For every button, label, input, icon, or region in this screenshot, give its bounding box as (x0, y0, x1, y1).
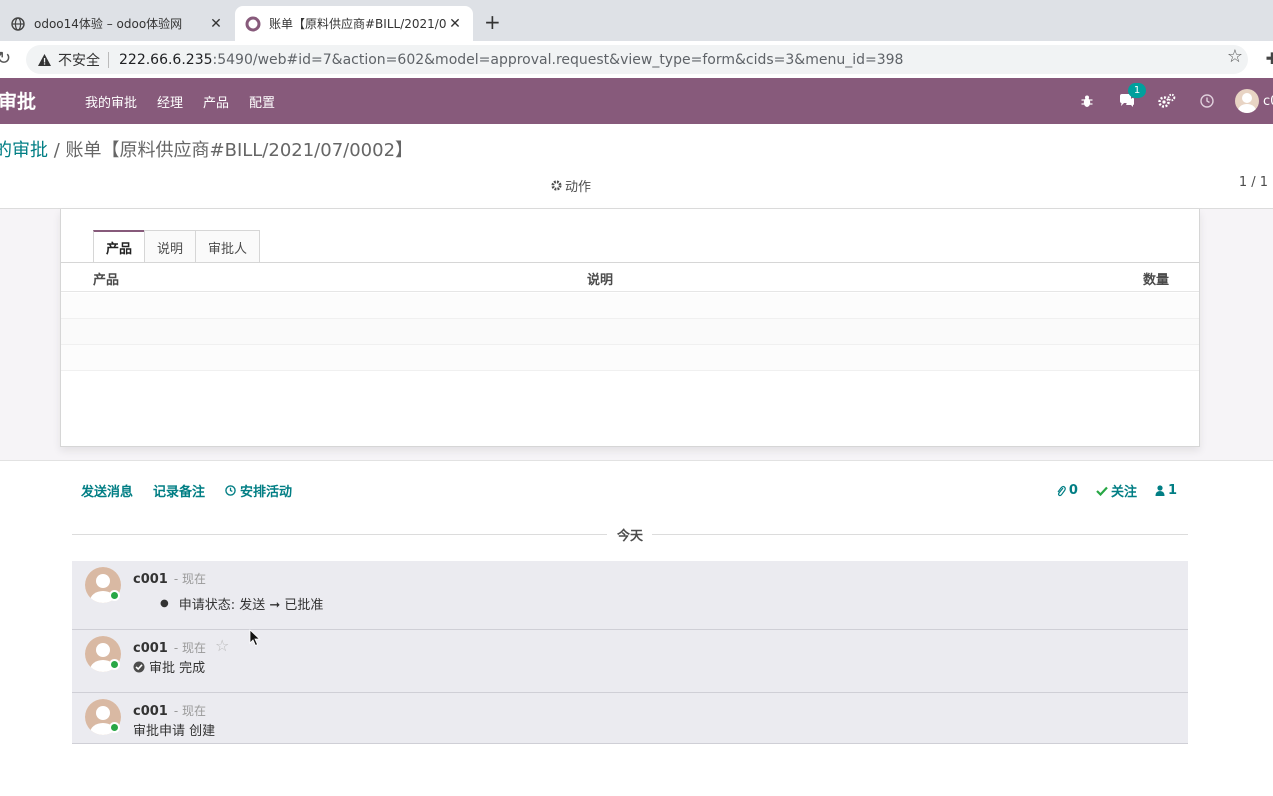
chatter-topbar: 发送消息 记录备注 安排活动 (81, 481, 292, 500)
chatter-message: c001- 现在 审批申请 创建 (72, 693, 1188, 744)
settings-gears-icon[interactable] (1155, 89, 1179, 113)
form-sheet: 产品 说明 审批人 产品 说明 数量 (60, 209, 1200, 447)
browser-tab-odoo14[interactable]: odoo14体验 – odoo体验网 ✕ (0, 6, 234, 41)
message-body: 审批申请 创建 (133, 724, 216, 739)
extensions-icon[interactable]: ✚ (1266, 49, 1273, 68)
url-path: :5490/web#id=7&action=602&model=approval… (212, 51, 904, 68)
top-navbar: 审批 我的审批 经理 产品 配置 1 c0 (0, 78, 1273, 124)
menu-products[interactable]: 产品 (203, 92, 229, 111)
online-status-icon (109, 722, 120, 733)
debug-bug-icon[interactable] (1075, 89, 1099, 113)
menu-configuration[interactable]: 配置 (249, 92, 275, 111)
online-status-icon (109, 590, 120, 601)
new-tab-button[interactable]: + (484, 12, 501, 32)
activity-clock-icon[interactable] (1195, 89, 1219, 113)
user-icon (1155, 485, 1165, 496)
message-author[interactable]: c001- 现在 (133, 702, 206, 719)
action-label: 动作 (565, 180, 592, 195)
browser-tab-title: 账单【原料供应商#BILL/2021/0 (269, 17, 447, 31)
schedule-activity-button[interactable]: 安排活动 (225, 481, 292, 500)
record-pager[interactable]: 1 / 1 (1239, 175, 1268, 190)
url-bar[interactable]: 不安全 222.66.6.235 :5490/web#id=7&action=6… (26, 45, 1248, 74)
tracking-value: ● 申请状态: 发送 ➞ 已批准 (160, 598, 324, 613)
attachments-count: 0 (1068, 483, 1078, 498)
insecure-label: 不安全 (58, 52, 100, 69)
followers-button[interactable]: 1 (1155, 481, 1177, 500)
check-circle-icon (133, 661, 145, 672)
mouse-cursor-icon (249, 629, 261, 647)
notebook-tabs: 产品 说明 审批人 (93, 230, 261, 263)
paperclip-icon (1057, 485, 1066, 496)
close-tab-icon[interactable]: ✕ (208, 16, 224, 32)
message-body: 审批 完成 (133, 657, 205, 676)
globe-icon (10, 16, 26, 32)
log-note-button[interactable]: 记录备注 (153, 481, 205, 500)
browser-tab-bill[interactable]: 账单【原料供应商#BILL/2021/0 ✕ (235, 6, 473, 41)
column-header-quantity[interactable]: 数量 (1143, 269, 1169, 288)
chatter-message: c001- 现在 ☆ 审批 完成 (72, 630, 1188, 693)
date-separator-label: 今天 (617, 529, 644, 544)
breadcrumb: 的审批 / 账单【原料供应商#BILL/2021/07/0002】 (0, 136, 413, 162)
main-menu: 我的审批 经理 产品 配置 (85, 92, 275, 111)
user-name[interactable]: c0 (1263, 94, 1273, 109)
breadcrumb-current: 账单【原料供应商#BILL/2021/07/0002】 (65, 140, 414, 161)
address-bar-row: ↻ 不安全 222.66.6.235 :5490/web#id=7&action… (0, 41, 1273, 78)
message-time: - 现在 (173, 641, 206, 655)
breadcrumb-separator: / (48, 140, 66, 161)
send-message-button[interactable]: 发送消息 (81, 481, 133, 500)
chatter-message: c001- 现在 ● 申请状态: 发送 ➞ 已批准 (72, 561, 1188, 630)
browser-tab-title: odoo14体验 – odoo体验网 (34, 17, 183, 31)
menu-my-approvals[interactable]: 我的审批 (85, 92, 137, 111)
schedule-activity-label: 安排活动 (240, 485, 293, 500)
menu-manager[interactable]: 经理 (157, 92, 183, 111)
messages-icon[interactable]: 1 (1115, 83, 1146, 113)
message-count-badge: 1 (1128, 83, 1146, 98)
gear-icon (551, 180, 562, 191)
follow-label: 关注 (1110, 485, 1137, 500)
clock-icon (225, 485, 236, 496)
table-row (61, 319, 1199, 345)
app-name[interactable]: 审批 (0, 87, 36, 114)
followers-count: 1 (1167, 483, 1177, 498)
table-row (61, 293, 1199, 319)
bullet-icon: ● (160, 598, 169, 609)
product-table-header: 产品 说明 数量 (61, 263, 1199, 292)
breadcrumb-parent[interactable]: 的审批 (0, 140, 48, 161)
online-status-icon (109, 659, 120, 670)
tab-description[interactable]: 说明 (144, 230, 197, 263)
message-time: - 现在 (173, 704, 206, 718)
bookmark-star-icon[interactable]: ☆ (1227, 46, 1243, 67)
action-menu-button[interactable]: 动作 (551, 176, 591, 195)
browser-tab-strip: odoo14体验 – odoo体验网 ✕ 账单【原料供应商#BILL/2021/… (0, 0, 1273, 41)
warning-icon[interactable] (36, 52, 52, 68)
star-icon[interactable]: ☆ (215, 636, 229, 655)
tab-products[interactable]: 产品 (93, 230, 146, 263)
message-author[interactable]: c001- 现在 (133, 639, 206, 656)
odoo-logo-icon (245, 16, 261, 32)
user-avatar[interactable] (1235, 89, 1259, 113)
close-tab-icon[interactable]: ✕ (447, 16, 463, 32)
column-header-description[interactable]: 说明 (587, 269, 613, 288)
message-time: - 现在 (173, 572, 206, 586)
tab-approvers[interactable]: 审批人 (195, 230, 261, 263)
date-separator: 今天 (72, 525, 1188, 544)
follow-button[interactable]: 关注 (1096, 481, 1137, 500)
table-row (61, 345, 1199, 371)
reload-icon[interactable]: ↻ (0, 48, 11, 69)
navbar-systray: 1 c0 (1059, 78, 1273, 124)
check-icon (1096, 486, 1108, 496)
chatter-followers-bar: 0 关注 1 (1056, 481, 1177, 500)
attachments-button[interactable]: 0 (1056, 481, 1078, 500)
message-author[interactable]: c001- 现在 (133, 570, 206, 587)
column-header-product[interactable]: 产品 (93, 269, 119, 288)
control-panel: 的审批 / 账单【原料供应商#BILL/2021/07/0002】 动作 1 /… (0, 124, 1273, 209)
url-host: 222.66.6.235 (119, 51, 213, 68)
